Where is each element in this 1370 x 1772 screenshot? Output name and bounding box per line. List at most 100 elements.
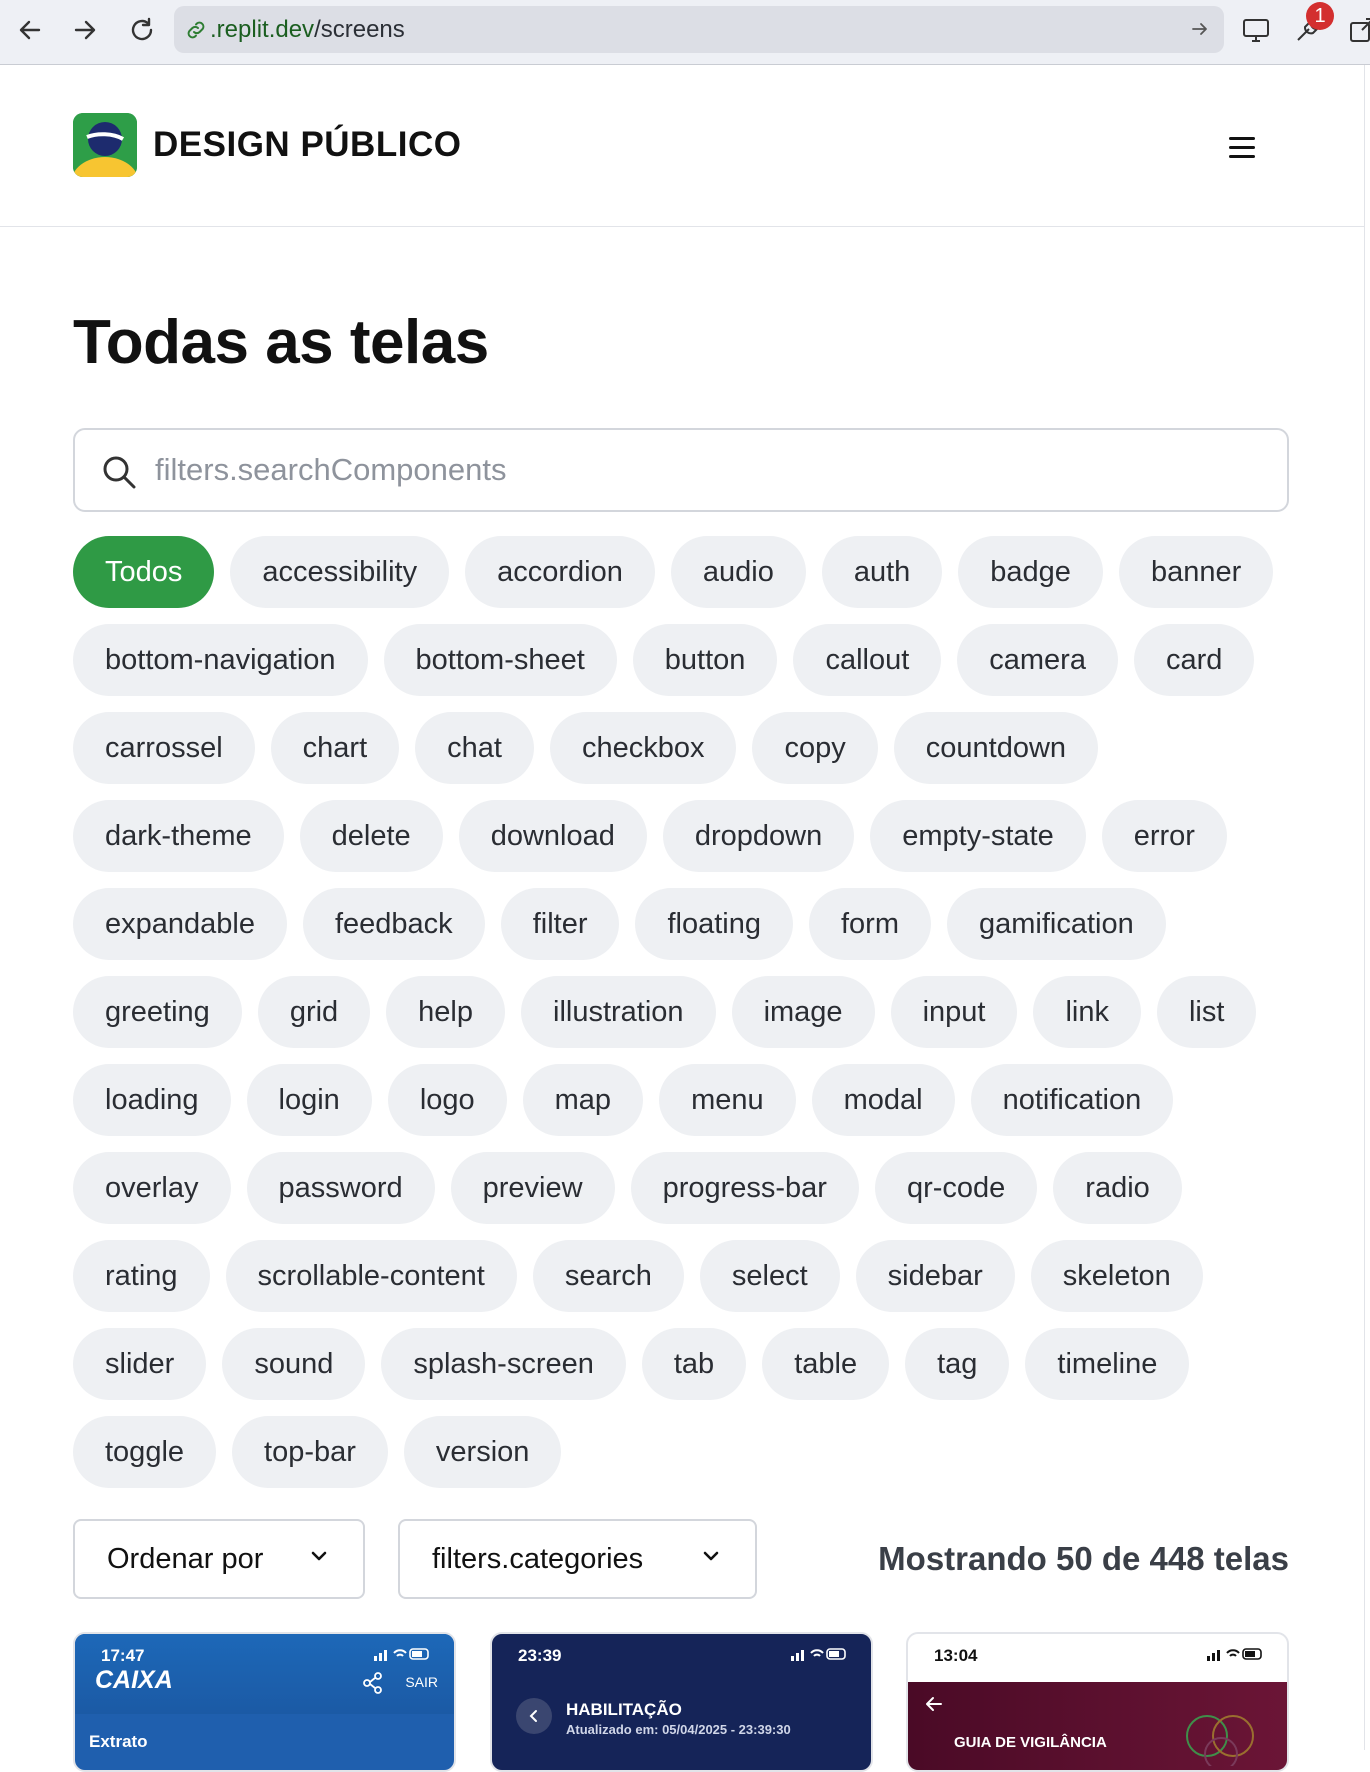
status-icons: [791, 1647, 847, 1661]
filter-chip[interactable]: help: [386, 976, 505, 1048]
filter-chip[interactable]: tab: [641, 1328, 747, 1400]
filter-chip[interactable]: dark-theme: [73, 800, 284, 872]
filter-chip[interactable]: feedback: [302, 888, 485, 960]
search-input[interactable]: [155, 444, 1255, 496]
filter-chip[interactable]: tag: [905, 1328, 1010, 1400]
filter-chip[interactable]: loading: [73, 1064, 231, 1136]
filter-chip[interactable]: modal: [811, 1064, 955, 1136]
filter-chip[interactable]: image: [731, 976, 875, 1048]
filter-chip[interactable]: radio: [1053, 1152, 1182, 1224]
filter-chip[interactable]: carrossel: [73, 712, 255, 784]
chevron-down-icon: [307, 1543, 331, 1576]
filter-chip[interactable]: login: [246, 1064, 372, 1136]
share-icon: [362, 1672, 384, 1699]
filter-chip[interactable]: filter: [500, 888, 620, 960]
filter-chip[interactable]: audio: [670, 536, 806, 608]
screen-card-vigilancia[interactable]: 13:04 GUIA DE VIGILÂNCIA: [906, 1632, 1289, 1772]
screen-card-habilitacao[interactable]: 23:39 HABILITAÇÃO Atualizado em: 05/04/2…: [490, 1632, 873, 1772]
filter-chip[interactable]: Todos: [73, 536, 215, 608]
back-icon[interactable]: [10, 10, 50, 50]
filter-chip[interactable]: grid: [257, 976, 371, 1048]
filter-chip[interactable]: error: [1101, 800, 1227, 872]
url-text: .replit.dev/screens: [210, 16, 405, 43]
filter-chip[interactable]: input: [890, 976, 1018, 1048]
filter-chip[interactable]: chat: [415, 712, 534, 784]
sort-dropdown[interactable]: Ordenar por: [73, 1519, 365, 1599]
filter-chip[interactable]: select: [699, 1240, 840, 1312]
filter-chip[interactable]: version: [403, 1416, 562, 1488]
status-time: 23:39: [518, 1646, 562, 1665]
filter-chip[interactable]: button: [632, 624, 778, 696]
section-title: Extrato: [89, 1732, 148, 1751]
logo-text[interactable]: DESIGN PÚBLICO: [153, 125, 461, 165]
filter-chip[interactable]: sidebar: [855, 1240, 1015, 1312]
filter-chip[interactable]: delete: [299, 800, 443, 872]
status-icons: [374, 1647, 430, 1661]
status-time: 13:04: [934, 1646, 978, 1665]
filter-chip[interactable]: floating: [635, 888, 793, 960]
filter-chip[interactable]: slider: [73, 1328, 207, 1400]
filter-chip[interactable]: list: [1156, 976, 1257, 1048]
notification-badge: 1: [1306, 2, 1334, 30]
filter-chip[interactable]: overlay: [73, 1152, 231, 1224]
address-bar[interactable]: .replit.dev/screens: [174, 6, 1224, 53]
filter-chip[interactable]: copy: [752, 712, 878, 784]
filter-chip[interactable]: callout: [793, 624, 942, 696]
filter-chip[interactable]: qr-code: [874, 1152, 1038, 1224]
screen-title: GUIA DE VIGILÂNCIA: [954, 1734, 1107, 1751]
filter-chip[interactable]: bottom-navigation: [73, 624, 368, 696]
search-box[interactable]: [73, 428, 1289, 512]
filter-chip[interactable]: timeline: [1025, 1328, 1190, 1400]
filter-chip[interactable]: menu: [659, 1064, 796, 1136]
logout-label: SAIR: [405, 1674, 438, 1690]
filter-chip[interactable]: skeleton: [1030, 1240, 1203, 1312]
filter-chip[interactable]: greeting: [73, 976, 242, 1048]
filter-chip[interactable]: link: [1033, 976, 1141, 1048]
filter-chip[interactable]: illustration: [521, 976, 716, 1048]
filter-chip[interactable]: dropdown: [662, 800, 855, 872]
filter-chip[interactable]: bottom-sheet: [383, 624, 617, 696]
filter-chip[interactable]: splash-screen: [381, 1328, 626, 1400]
filter-chip[interactable]: rating: [73, 1240, 210, 1312]
filter-chip[interactable]: toggle: [73, 1416, 217, 1488]
filter-chip[interactable]: table: [762, 1328, 890, 1400]
categories-dropdown[interactable]: filters.categories: [398, 1519, 757, 1599]
forward-icon[interactable]: [65, 10, 105, 50]
filter-chip[interactable]: notification: [970, 1064, 1174, 1136]
filter-chip[interactable]: progress-bar: [630, 1152, 859, 1224]
filter-chip[interactable]: auth: [821, 536, 943, 608]
filter-chip[interactable]: countdown: [893, 712, 1099, 784]
filter-chip[interactable]: accordion: [465, 536, 655, 608]
filter-chip[interactable]: expandable: [73, 888, 287, 960]
filter-chip[interactable]: top-bar: [232, 1416, 388, 1488]
go-arrow-icon[interactable]: [1190, 19, 1210, 44]
filter-chip[interactable]: checkbox: [549, 712, 737, 784]
filter-chip[interactable]: download: [458, 800, 647, 872]
filter-chip[interactable]: banner: [1118, 536, 1274, 608]
filter-chip[interactable]: card: [1133, 624, 1255, 696]
browser-toolbar: .replit.dev/screens 1: [0, 0, 1370, 65]
screen-icon[interactable]: [1238, 12, 1274, 48]
open-external-icon[interactable]: [1344, 12, 1370, 48]
filter-chip[interactable]: password: [246, 1152, 435, 1224]
filter-chip[interactable]: accessibility: [230, 536, 450, 608]
filter-chip[interactable]: gamification: [947, 888, 1166, 960]
filter-chip[interactable]: badge: [958, 536, 1103, 608]
screen-subtitle: Atualizado em: 05/04/2025 - 23:39:30: [566, 1722, 791, 1737]
filter-chip[interactable]: preview: [450, 1152, 615, 1224]
filter-chip[interactable]: scrollable-content: [225, 1240, 517, 1312]
screen-card-caixa[interactable]: 17:47 CAIXA SAIR Extrato: [73, 1632, 456, 1772]
filter-chip[interactable]: empty-state: [870, 800, 1086, 872]
logo-icon[interactable]: [73, 113, 137, 177]
arrow-left-icon: [924, 1694, 944, 1720]
screen-title: HABILITAÇÃO: [566, 1700, 682, 1719]
filter-chip[interactable]: form: [809, 888, 931, 960]
filter-chip[interactable]: camera: [957, 624, 1118, 696]
reload-icon[interactable]: [122, 10, 162, 50]
filter-chip[interactable]: logo: [387, 1064, 507, 1136]
filter-chip[interactable]: search: [532, 1240, 684, 1312]
filter-chip[interactable]: chart: [270, 712, 400, 784]
hamburger-menu-icon[interactable]: [1222, 127, 1262, 167]
filter-chip[interactable]: sound: [222, 1328, 366, 1400]
filter-chip[interactable]: map: [522, 1064, 644, 1136]
